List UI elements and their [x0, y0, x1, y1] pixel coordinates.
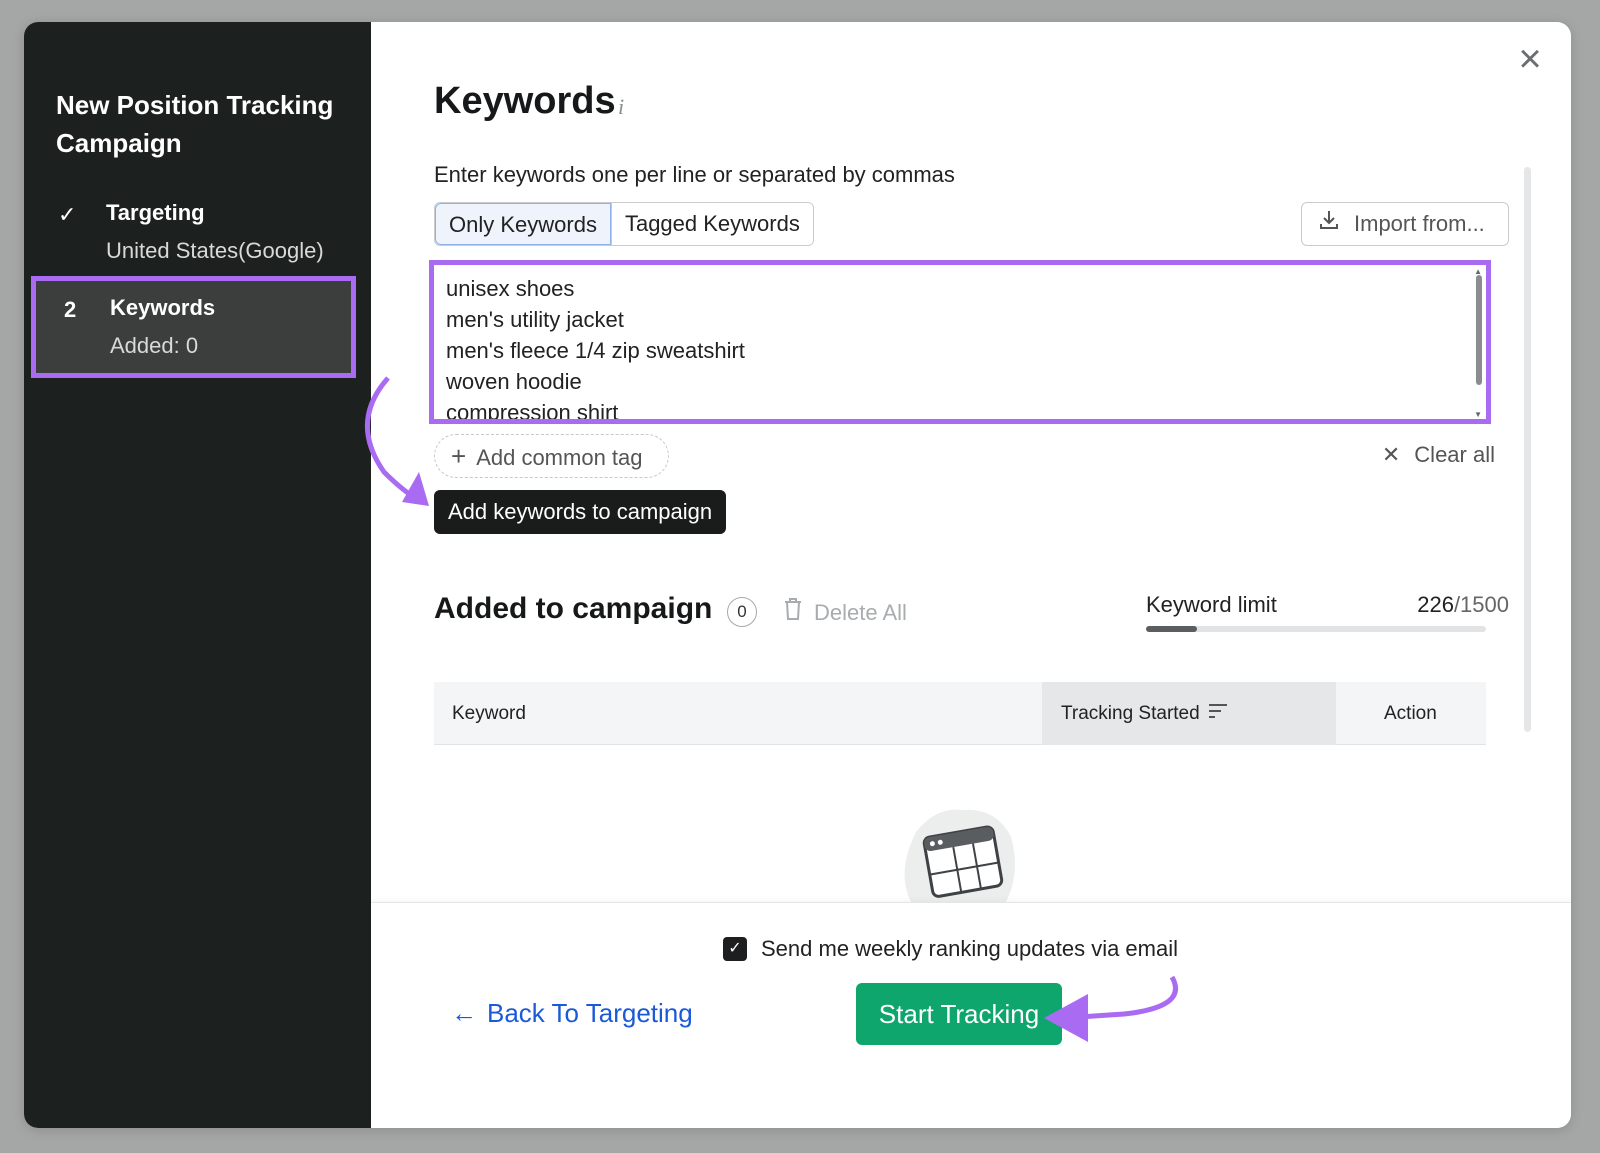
- add-keywords-button[interactable]: Add keywords to campaign: [434, 490, 727, 534]
- import-button[interactable]: Import from...: [1301, 202, 1509, 246]
- keywords-list: unisex shoes men's utility jacket men's …: [446, 273, 745, 424]
- instructions-text: Enter keywords one per line or separated…: [434, 162, 955, 187]
- trash-icon: [784, 598, 802, 626]
- column-header-action: Action: [1384, 703, 1437, 724]
- main-panel: × Keywords i Enter keywords one per line…: [371, 22, 1571, 1128]
- added-count-badge: 0: [727, 597, 757, 627]
- delete-all-button[interactable]: Delete All: [784, 598, 907, 626]
- close-icon: ✕: [1381, 442, 1401, 467]
- keyword-limit-fill: [1146, 626, 1198, 632]
- table-header: Keyword Tracking Started Action: [434, 682, 1486, 745]
- clear-all-button[interactable]: ✕ Clear all: [1382, 442, 1495, 468]
- keyword-limit-total: /1500: [1453, 592, 1509, 617]
- tab-tagged-keywords[interactable]: Tagged Keywords: [610, 203, 813, 245]
- back-label: Back To Targeting: [487, 998, 693, 1028]
- tab-only-keywords[interactable]: Only Keywords: [435, 203, 611, 245]
- sidebar-step-keywords[interactable]: 2 Keywords Added: 0: [31, 276, 356, 378]
- back-to-targeting-link[interactable]: ← Back To Targeting: [451, 998, 693, 1029]
- textarea-scrollbar[interactable]: [1476, 275, 1482, 385]
- keyword-limit-value: 226/1500: [1417, 592, 1509, 618]
- close-icon[interactable]: ×: [1513, 39, 1547, 79]
- checkmark-icon: ✓: [58, 202, 77, 227]
- step-label: Keywords: [110, 295, 216, 320]
- keyword-mode-tabs: Only Keywords Tagged Keywords: [434, 202, 814, 246]
- import-label: Import from...: [1354, 211, 1485, 236]
- email-updates-row[interactable]: ✓ Send me weekly ranking updates via ema…: [723, 936, 1178, 962]
- keyword-line: men's fleece 1/4 zip sweatshirt: [446, 338, 745, 363]
- download-icon: [1318, 203, 1344, 245]
- keyword-limit-label: Keyword limit: [1146, 592, 1277, 617]
- scroll-down-icon[interactable]: ▼: [1474, 410, 1482, 419]
- sidebar-step-targeting[interactable]: ✓ Targeting United States(Google): [24, 198, 371, 278]
- sidebar-title: New Position Tracking Campaign: [56, 90, 334, 158]
- keyword-line: men's utility jacket: [446, 307, 624, 332]
- clear-all-label: Clear all: [1414, 442, 1495, 467]
- add-common-tag-button[interactable]: + Add common tag: [434, 434, 669, 478]
- add-tag-label: Add common tag: [476, 445, 643, 470]
- keyword-line: unisex shoes: [446, 276, 575, 301]
- email-updates-checkbox[interactable]: ✓: [723, 937, 747, 961]
- keyword-line: compression shirt: [446, 400, 619, 424]
- info-icon[interactable]: i: [618, 94, 624, 120]
- keyword-limit-used: 226: [1417, 592, 1454, 617]
- start-tracking-button[interactable]: Start Tracking: [856, 983, 1062, 1045]
- keyword-limit-bar: [1146, 626, 1486, 632]
- keyword-line: woven hoodie: [446, 369, 582, 394]
- main-scrollbar[interactable]: [1524, 167, 1531, 732]
- email-updates-label: Send me weekly ranking updates via email: [761, 936, 1179, 961]
- keywords-textarea[interactable]: unisex shoes men's utility jacket men's …: [429, 260, 1491, 424]
- step-label: Targeting: [106, 200, 205, 225]
- column-header-tracking-started[interactable]: Tracking Started: [1042, 682, 1336, 745]
- campaign-modal: New Position Tracking Campaign ✓ Targeti…: [24, 22, 1571, 1128]
- empty-table-illustration-icon: [896, 802, 1026, 902]
- column-header-keyword[interactable]: Keyword: [452, 682, 526, 745]
- step-number: 2: [64, 297, 77, 322]
- step-sublabel: Added: 0: [110, 333, 199, 358]
- step-sublabel: United States(Google): [106, 238, 324, 263]
- modal-footer: ✓ Send me weekly ranking updates via ema…: [371, 902, 1571, 1128]
- page-title: Keywords: [434, 80, 616, 122]
- sort-icon: [1208, 682, 1228, 745]
- plus-icon: +: [451, 441, 467, 471]
- delete-all-label: Delete All: [814, 600, 907, 625]
- arrow-left-icon: ←: [451, 998, 477, 1028]
- added-to-campaign-title: Added to campaign: [434, 592, 713, 625]
- sidebar: New Position Tracking Campaign ✓ Targeti…: [24, 22, 371, 1128]
- tracking-header-label: Tracking Started: [1061, 703, 1200, 724]
